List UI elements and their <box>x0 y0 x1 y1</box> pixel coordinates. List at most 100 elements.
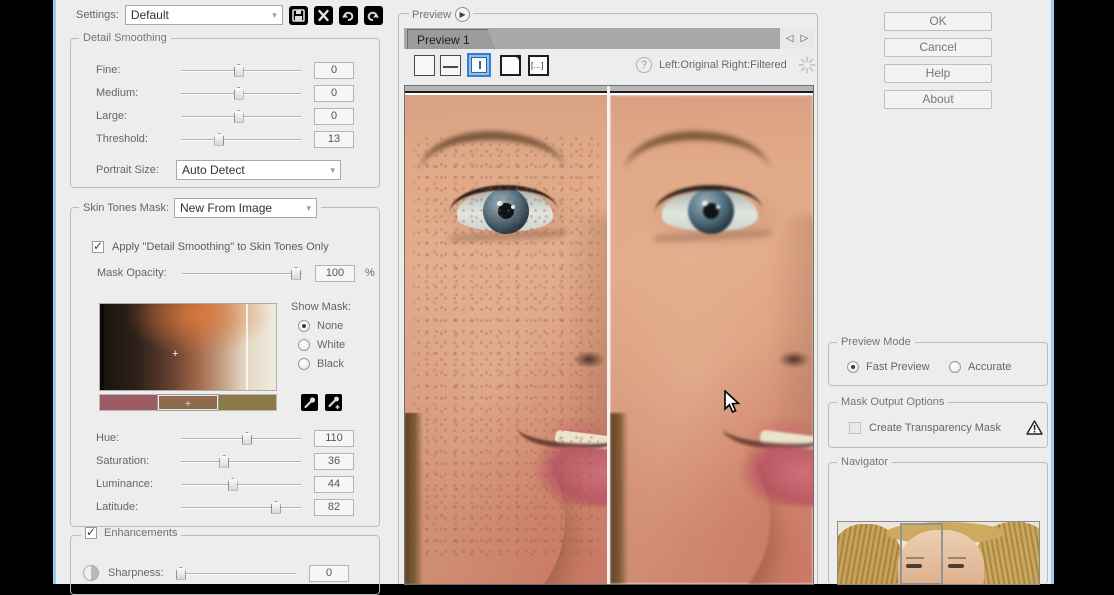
radio-icon[interactable] <box>298 320 310 332</box>
fine-label: Fine: <box>96 64 181 76</box>
about-button[interactable]: About <box>884 90 992 109</box>
slider-thumb[interactable] <box>234 64 244 77</box>
sharpness-label: Sharpness: <box>108 567 176 579</box>
saturation-value[interactable]: 36 <box>314 453 354 470</box>
eyedropper-icon <box>303 396 316 409</box>
preview-mode-fast[interactable]: Fast Preview <box>847 358 930 376</box>
mask-opacity-slider[interactable] <box>182 266 302 281</box>
photo-background-strip <box>405 86 607 93</box>
preview-mode-title: Preview Mode <box>837 336 915 348</box>
mask-opacity-label: Mask Opacity: <box>97 267 182 279</box>
preview-expand-button[interactable]: ▶ <box>455 7 470 22</box>
hue-slider[interactable] <box>181 431 301 446</box>
radio-icon[interactable] <box>298 339 310 351</box>
portrait-size-label: Portrait Size: <box>96 164 176 176</box>
settings-preset-dropdown[interactable]: Default ▾ <box>125 5 283 25</box>
delete-preset-button[interactable] <box>314 6 333 25</box>
latitude-slider[interactable] <box>181 500 301 515</box>
navigator-view-rectangle[interactable] <box>900 523 943 585</box>
preview-mode-group: Preview Mode Fast Preview Accurate <box>828 342 1048 386</box>
slider-thumb[interactable] <box>242 432 252 445</box>
portrait-size-dropdown[interactable]: Auto Detect ▾ <box>176 160 341 180</box>
preview-toolbar: + […] ? Left:Original Right:Filtered <box>404 53 814 81</box>
slider-thumb[interactable] <box>271 501 281 514</box>
radio-icon[interactable] <box>949 361 961 373</box>
fine-slider[interactable] <box>181 63 301 78</box>
warning-icon <box>1026 420 1043 435</box>
preview-mode-accurate[interactable]: Accurate <box>949 358 1011 376</box>
latitude-value[interactable]: 82 <box>314 499 354 516</box>
label-icon: […] <box>531 61 543 70</box>
luminance-value[interactable]: 44 <box>314 476 354 493</box>
saturation-slider[interactable] <box>181 454 301 469</box>
slider-thumb[interactable] <box>234 110 244 123</box>
slider-thumb[interactable] <box>219 455 229 468</box>
range-divider <box>246 304 248 390</box>
medium-value[interactable]: 0 <box>314 85 354 102</box>
navigator-group: Navigator <box>828 462 1048 584</box>
apply-detail-smoothing-label: Apply "Detail Smoothing" to Skin Tones O… <box>112 241 329 253</box>
ok-button[interactable]: OK <box>884 12 992 31</box>
group-title: Detail Smoothing <box>79 32 171 44</box>
eyedropper-add-button[interactable] <box>325 394 342 411</box>
slider-thumb[interactable] <box>234 87 244 100</box>
redo-icon <box>366 9 380 22</box>
detail-smoothing-group: Detail Smoothing Fine: 0 Medium: 0 Large… <box>70 38 380 188</box>
help-icon[interactable]: ? <box>636 57 652 73</box>
hue-segment-high[interactable] <box>218 395 276 410</box>
slider-thumb[interactable] <box>176 567 186 580</box>
sharpness-value[interactable]: 0 <box>309 565 349 582</box>
portraiture-dialog: Settings: Default ▾ Detail Smoothing Fin… <box>53 0 1054 584</box>
show-mask-white[interactable]: White <box>298 339 351 351</box>
apply-detail-smoothing-checkbox[interactable] <box>92 241 104 253</box>
threshold-slider[interactable] <box>181 132 301 147</box>
preview-pane-original[interactable] <box>405 86 607 584</box>
slider-thumb[interactable] <box>291 267 301 280</box>
thumb-eye <box>948 564 964 568</box>
split-vertical-view-button[interactable] <box>467 53 491 77</box>
large-slider[interactable] <box>181 109 301 124</box>
sharpness-slider[interactable] <box>176 566 296 581</box>
undo-button[interactable] <box>339 6 358 25</box>
tab-prev-button[interactable]: ◁ <box>786 33 794 44</box>
medium-slider[interactable] <box>181 86 301 101</box>
radio-icon[interactable] <box>847 361 859 373</box>
help-button[interactable]: Help <box>884 64 992 83</box>
redo-button[interactable] <box>364 6 383 25</box>
hue-segment-low[interactable] <box>100 395 158 410</box>
preview-image-area[interactable] <box>404 85 814 585</box>
single-view-button[interactable] <box>414 55 435 76</box>
skin-tone-range-preview[interactable]: + <box>99 303 277 391</box>
split-horizontal-view-button[interactable] <box>440 55 461 76</box>
tab-preview-1[interactable]: Preview 1 <box>407 29 495 49</box>
eyedropper-button[interactable] <box>301 394 318 411</box>
new-preview-tab-button[interactable]: + <box>500 55 521 76</box>
create-transparency-mask-option[interactable]: Create Transparency Mask <box>849 419 1001 437</box>
create-transparency-mask-checkbox[interactable] <box>849 422 861 434</box>
large-value[interactable]: 0 <box>314 108 354 125</box>
show-mask-none[interactable]: None <box>298 320 351 332</box>
mask-opacity-value[interactable]: 100 <box>315 265 355 282</box>
hue-value[interactable]: 110 <box>314 430 354 447</box>
luminance-slider[interactable] <box>181 477 301 492</box>
hue-range-strip[interactable]: + <box>99 394 277 411</box>
threshold-value[interactable]: 13 <box>314 131 354 148</box>
show-mask-black[interactable]: Black <box>298 358 351 370</box>
hue-segment-selected[interactable]: + <box>158 395 218 410</box>
slider-thumb[interactable] <box>214 133 224 146</box>
slider-thumb[interactable] <box>228 478 238 491</box>
enhancements-checkbox[interactable] <box>85 527 97 539</box>
navigator-thumbnail[interactable] <box>837 521 1040 585</box>
preview-pane-filtered[interactable] <box>610 86 813 584</box>
cancel-button[interactable]: Cancel <box>884 38 992 57</box>
medium-label: Medium: <box>96 87 181 99</box>
split-vertical-icon <box>471 57 487 73</box>
tab-next-button[interactable]: ▷ <box>801 33 809 44</box>
enhancement-preview-toggle-icon[interactable] <box>83 565 99 581</box>
skin-tones-mask-dropdown[interactable]: New From Image ▾ <box>174 198 317 218</box>
radio-icon[interactable] <box>298 358 310 370</box>
preview-label-button[interactable]: […] <box>528 55 549 76</box>
chevron-down-icon: ▾ <box>270 11 279 20</box>
fine-value[interactable]: 0 <box>314 62 354 79</box>
save-preset-button[interactable] <box>289 6 308 25</box>
